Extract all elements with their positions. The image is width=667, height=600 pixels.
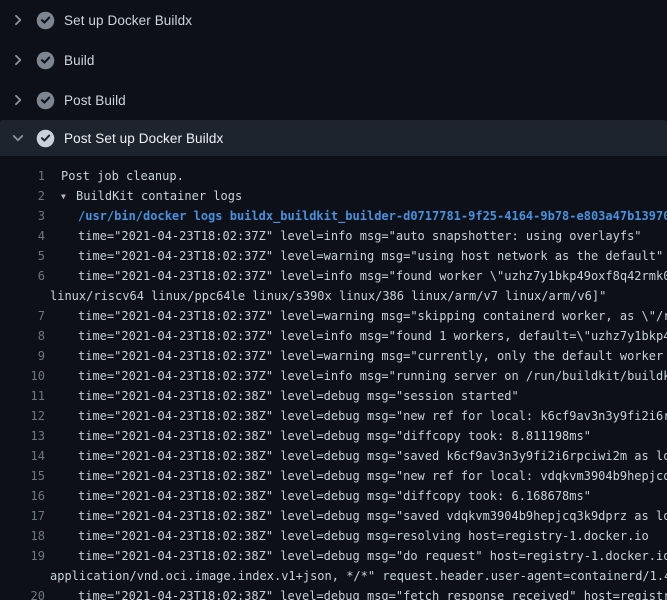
- line-number[interactable]: 9: [0, 349, 45, 363]
- log-text: time="2021-04-23T18:02:38Z" level=debug …: [45, 449, 667, 463]
- line-number[interactable]: 12: [0, 409, 45, 423]
- line-number[interactable]: 8: [0, 329, 45, 343]
- log-row: 14 time="2021-04-23T18:02:38Z" level=deb…: [0, 446, 667, 466]
- log-text: time="2021-04-23T18:02:37Z" level=warnin…: [45, 249, 663, 263]
- step-header[interactable]: Post Build: [0, 80, 667, 120]
- chevron-right-icon: [10, 92, 26, 108]
- step-label: Set up Docker Buildx: [64, 13, 192, 28]
- line-number[interactable]: 2: [0, 189, 45, 203]
- log-text: linux/riscv64 linux/ppc64le linux/s390x …: [45, 289, 606, 303]
- line-number[interactable]: 5: [0, 249, 45, 263]
- check-circle-icon: [36, 11, 55, 30]
- line-number[interactable]: 20: [0, 589, 45, 600]
- log-row: 16 time="2021-04-23T18:02:38Z" level=deb…: [0, 486, 667, 506]
- group-collapse-triangle-icon[interactable]: ▼: [61, 192, 76, 201]
- log-text: time="2021-04-23T18:02:37Z" level=warnin…: [45, 309, 667, 323]
- log-row: 17 time="2021-04-23T18:02:38Z" level=deb…: [0, 506, 667, 526]
- log-row: 15 time="2021-04-23T18:02:38Z" level=deb…: [0, 466, 667, 486]
- log-row: 19 time="2021-04-23T18:02:38Z" level=deb…: [0, 546, 667, 566]
- log-row: 4 time="2021-04-23T18:02:37Z" level=info…: [0, 226, 667, 246]
- log-text: time="2021-04-23T18:02:38Z" level=debug …: [45, 489, 591, 503]
- chevron-right-icon: [10, 12, 26, 28]
- log-text: time="2021-04-23T18:02:38Z" level=debug …: [45, 529, 649, 543]
- actions-log-viewer: Set up Docker Buildx Build P: [0, 0, 667, 600]
- step-label: Post Build: [64, 93, 126, 108]
- log-text: Post job cleanup.: [45, 169, 184, 183]
- log-row: 8 time="2021-04-23T18:02:37Z" level=info…: [0, 326, 667, 346]
- chevron-down-icon: [10, 130, 26, 146]
- log-text: time="2021-04-23T18:02:38Z" level=debug …: [45, 589, 667, 600]
- step-header[interactable]: Post Set up Docker Buildx: [0, 120, 667, 156]
- chevron-right-icon: [10, 52, 26, 68]
- check-circle-icon: [36, 91, 55, 110]
- log-text: time="2021-04-23T18:02:38Z" level=debug …: [45, 549, 667, 563]
- step-header[interactable]: Build: [0, 40, 667, 80]
- log-row: 6 time="2021-04-23T18:02:37Z" level=info…: [0, 266, 667, 286]
- log-row: 1 Post job cleanup.: [0, 166, 667, 186]
- line-number[interactable]: 19: [0, 549, 45, 563]
- line-number[interactable]: 17: [0, 509, 45, 523]
- line-number[interactable]: 15: [0, 469, 45, 483]
- log-row: 18 time="2021-04-23T18:02:38Z" level=deb…: [0, 526, 667, 546]
- line-number[interactable]: 16: [0, 489, 45, 503]
- step-label: Post Set up Docker Buildx: [64, 131, 223, 146]
- log-output: 1 Post job cleanup. 2 ▼BuildKit containe…: [0, 166, 667, 600]
- line-number[interactable]: 11: [0, 389, 45, 403]
- log-row: 11 time="2021-04-23T18:02:38Z" level=deb…: [0, 386, 667, 406]
- line-number[interactable]: 7: [0, 309, 45, 323]
- line-number[interactable]: 10: [0, 369, 45, 383]
- line-number[interactable]: 6: [0, 269, 45, 283]
- log-text: ▼BuildKit container logs: [45, 189, 242, 203]
- log-row: 10 time="2021-04-23T18:02:37Z" level=inf…: [0, 366, 667, 386]
- log-text: time="2021-04-23T18:02:38Z" level=debug …: [45, 409, 667, 423]
- log-text: time="2021-04-23T18:02:38Z" level=debug …: [45, 469, 667, 483]
- line-number[interactable]: 1: [0, 169, 45, 183]
- log-row: 9 time="2021-04-23T18:02:37Z" level=warn…: [0, 346, 667, 366]
- log-text: time="2021-04-23T18:02:37Z" level=warnin…: [45, 349, 667, 363]
- step-header[interactable]: Set up Docker Buildx: [0, 0, 667, 40]
- line-number[interactable]: 4: [0, 229, 45, 243]
- log-row: 7 time="2021-04-23T18:02:37Z" level=warn…: [0, 306, 667, 326]
- log-row: 12 time="2021-04-23T18:02:38Z" level=deb…: [0, 406, 667, 426]
- log-row: 5 time="2021-04-23T18:02:37Z" level=warn…: [0, 246, 667, 266]
- log-row: linux/riscv64 linux/ppc64le linux/s390x …: [0, 286, 667, 306]
- log-text: time="2021-04-23T18:02:37Z" level=info m…: [45, 269, 667, 283]
- check-circle-icon: [36, 129, 55, 148]
- log-row: 2 ▼BuildKit container logs: [0, 186, 667, 206]
- steps-list: Set up Docker Buildx Build P: [0, 0, 667, 156]
- log-text: time="2021-04-23T18:02:37Z" level=info m…: [45, 229, 642, 243]
- log-text: time="2021-04-23T18:02:38Z" level=debug …: [45, 389, 519, 403]
- line-number[interactable]: 18: [0, 529, 45, 543]
- step-label: Build: [64, 53, 95, 68]
- line-number[interactable]: 13: [0, 429, 45, 443]
- log-row: 3 /usr/bin/docker logs buildx_buildkit_b…: [0, 206, 667, 226]
- line-number[interactable]: 3: [0, 209, 45, 223]
- line-number[interactable]: 14: [0, 449, 45, 463]
- log-text: /usr/bin/docker logs buildx_buildkit_bui…: [45, 209, 667, 223]
- log-text: time="2021-04-23T18:02:38Z" level=debug …: [45, 509, 667, 523]
- log-text: time="2021-04-23T18:02:38Z" level=debug …: [45, 429, 591, 443]
- log-row: 20 time="2021-04-23T18:02:38Z" level=deb…: [0, 586, 667, 600]
- group-title: BuildKit container logs: [76, 189, 242, 203]
- log-text: time="2021-04-23T18:02:37Z" level=info m…: [45, 369, 667, 383]
- log-text: application/vnd.oci.image.index.v1+json,…: [45, 569, 667, 583]
- log-row: application/vnd.oci.image.index.v1+json,…: [0, 566, 667, 586]
- log-text: time="2021-04-23T18:02:37Z" level=info m…: [45, 329, 667, 343]
- log-row: 13 time="2021-04-23T18:02:38Z" level=deb…: [0, 426, 667, 446]
- check-circle-icon: [36, 51, 55, 70]
